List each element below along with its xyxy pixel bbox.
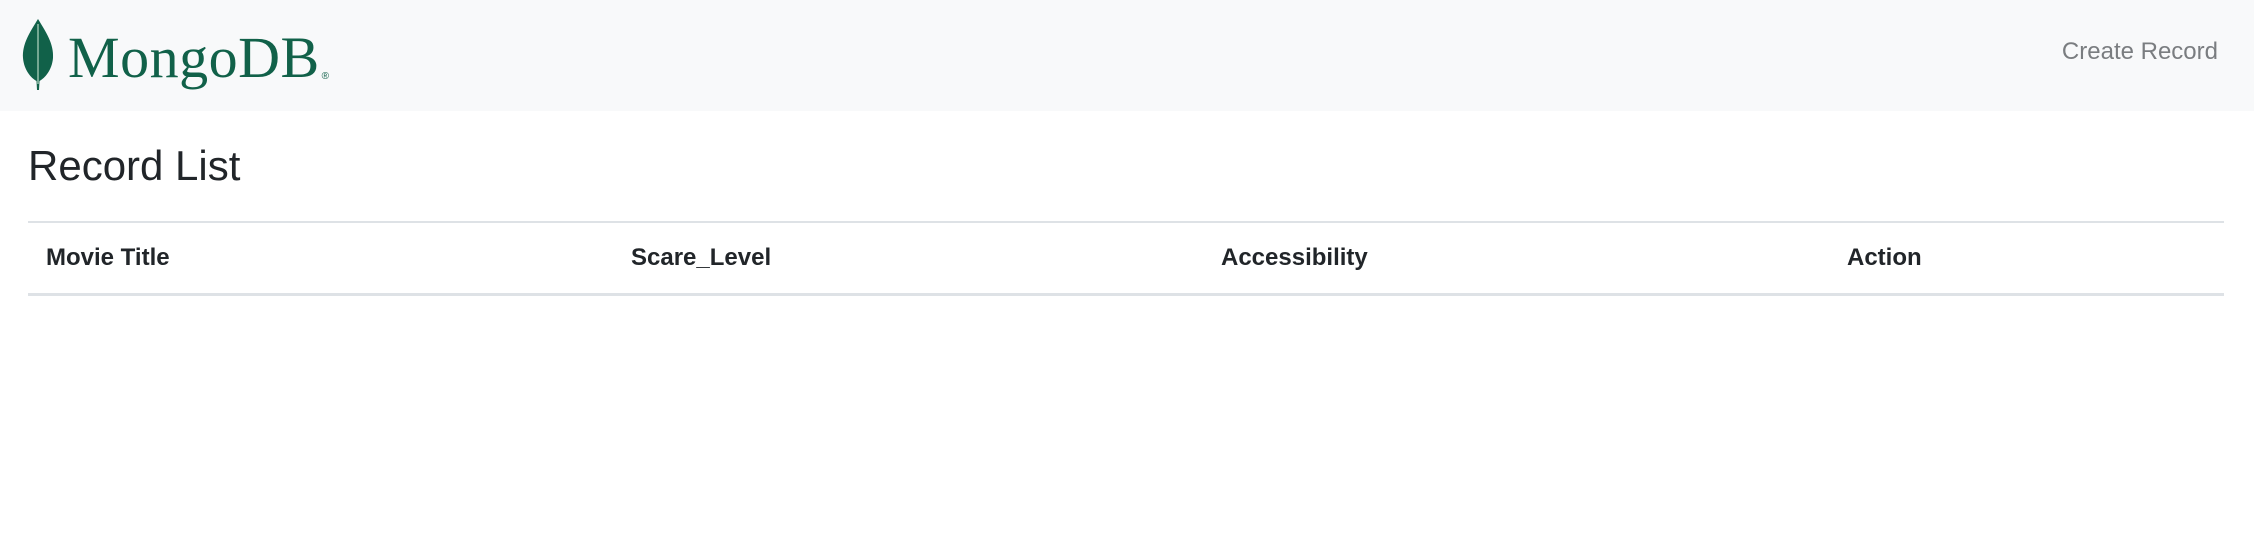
column-header-scare-level: Scare_Level bbox=[631, 243, 772, 271]
brand-name: MongoDB bbox=[68, 25, 320, 90]
brand-registered-mark: ® bbox=[321, 70, 330, 82]
column-header-accessibility: Accessibility bbox=[1221, 243, 1368, 271]
brand-logo-link[interactable]: MongoDB ® bbox=[20, 15, 329, 93]
table-header: Movie Title Scare_Level Accessibility Ac… bbox=[28, 222, 2224, 294]
page-title: Record List bbox=[28, 142, 241, 189]
mongodb-leaf-icon bbox=[22, 19, 54, 90]
column-header-action: Action bbox=[1847, 243, 1922, 271]
table-header-row: Movie Title Scare_Level Accessibility Ac… bbox=[28, 222, 2224, 294]
record-table: Movie Title Scare_Level Accessibility Ac… bbox=[28, 221, 2224, 296]
create-record-link[interactable]: Create Record bbox=[2062, 38, 2218, 67]
column-header-movie-title: Movie Title bbox=[46, 243, 170, 271]
navbar: MongoDB ® Create Record bbox=[0, 0, 2254, 111]
